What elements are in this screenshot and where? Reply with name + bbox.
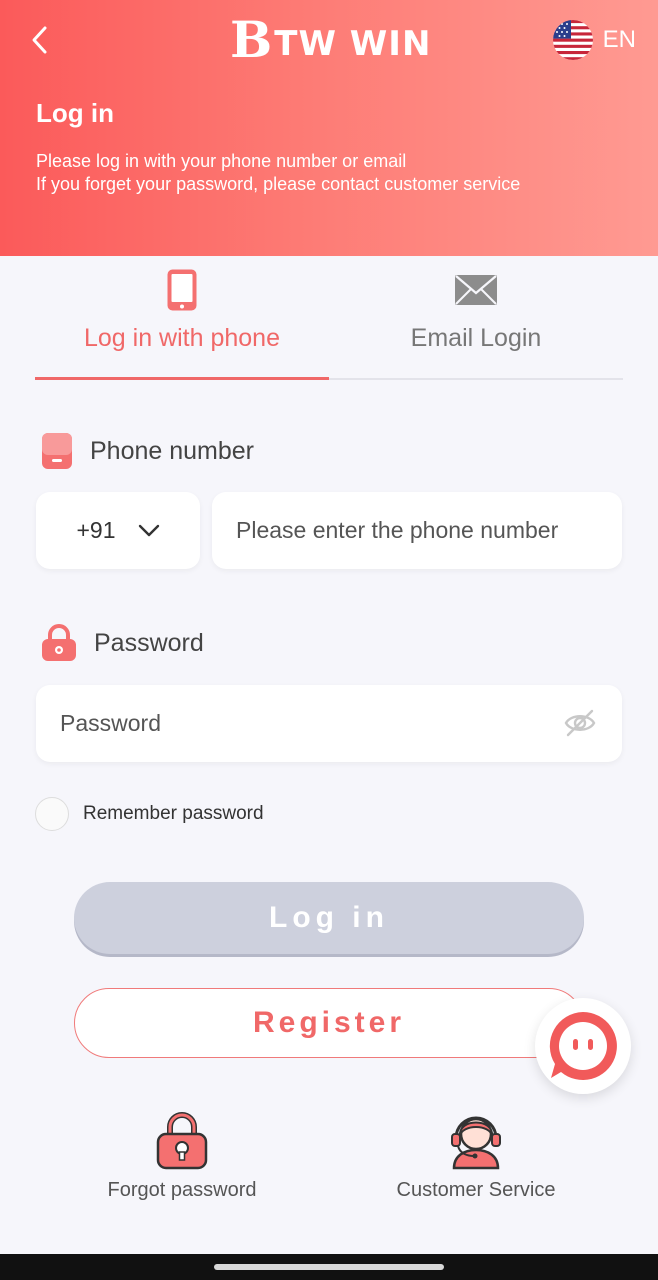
password-field-label: Password xyxy=(40,624,204,662)
tab-phone-label: Log in with phone xyxy=(84,324,280,352)
page-subtitle: Please log in with your phone number or … xyxy=(36,150,520,196)
header: B TW WIN EN Log in Please log in with yo… xyxy=(0,0,658,256)
system-navigation-bar xyxy=(0,1254,658,1280)
brand-logo: B TW WIN xyxy=(230,14,431,66)
tab-email-label: Email Login xyxy=(410,324,542,352)
country-code-value: +91 xyxy=(76,517,116,543)
tab-email-login[interactable]: Email Login xyxy=(329,256,623,378)
remember-password-label: Remember password xyxy=(83,803,264,824)
chevron-down-icon xyxy=(138,524,159,536)
register-button[interactable]: Register xyxy=(74,988,584,1058)
login-button[interactable]: Log in xyxy=(74,882,584,954)
tab-phone-login[interactable]: Log in with phone xyxy=(35,256,329,380)
lock-icon xyxy=(42,624,76,661)
phone-field-label: Phone number xyxy=(40,432,254,470)
remember-password-checkbox[interactable] xyxy=(35,797,69,831)
back-button[interactable] xyxy=(24,22,54,58)
password-input[interactable]: Password xyxy=(36,685,622,762)
brand-mark: B xyxy=(230,10,272,69)
us-flag-icon xyxy=(552,20,593,60)
brand-text: TW WIN xyxy=(274,24,432,64)
page-title: Log in xyxy=(36,98,114,128)
chat-support-button[interactable] xyxy=(535,998,631,1094)
subtitle-line-2: If you forget your password, please cont… xyxy=(36,174,521,194)
active-tab-indicator xyxy=(35,377,329,380)
chevron-left-icon xyxy=(32,26,47,54)
remember-password-option: Remember password xyxy=(35,797,264,831)
phone-icon xyxy=(167,269,197,311)
language-selector[interactable]: EN xyxy=(552,20,636,60)
phone-label-text: Phone number xyxy=(90,436,255,465)
country-code-select[interactable]: +91 xyxy=(36,492,200,569)
forgot-password-label: Forgot password xyxy=(107,1179,257,1201)
forgot-password-link[interactable]: Forgot password xyxy=(82,1110,282,1202)
headset-agent-icon xyxy=(451,1116,501,1170)
language-label: EN xyxy=(602,26,636,53)
envelope-icon xyxy=(455,275,497,305)
chat-bubble-icon xyxy=(549,1012,617,1080)
padlock-icon xyxy=(156,1112,208,1170)
customer-service-link[interactable]: Customer Service xyxy=(376,1110,576,1202)
login-method-tabs: Log in with phone Email Login xyxy=(35,256,623,380)
eye-slash-icon[interactable] xyxy=(564,709,596,737)
password-input-placeholder: Password xyxy=(60,710,161,736)
subtitle-line-1: Please log in with your phone number or … xyxy=(36,151,407,171)
home-gesture-handle[interactable] xyxy=(214,1264,444,1270)
phone-input-placeholder: Please enter the phone number xyxy=(236,517,559,543)
phone-field-icon xyxy=(42,433,72,469)
password-label-text: Password xyxy=(94,628,204,657)
phone-number-input[interactable]: Please enter the phone number xyxy=(212,492,622,569)
customer-service-label: Customer Service xyxy=(396,1179,556,1201)
